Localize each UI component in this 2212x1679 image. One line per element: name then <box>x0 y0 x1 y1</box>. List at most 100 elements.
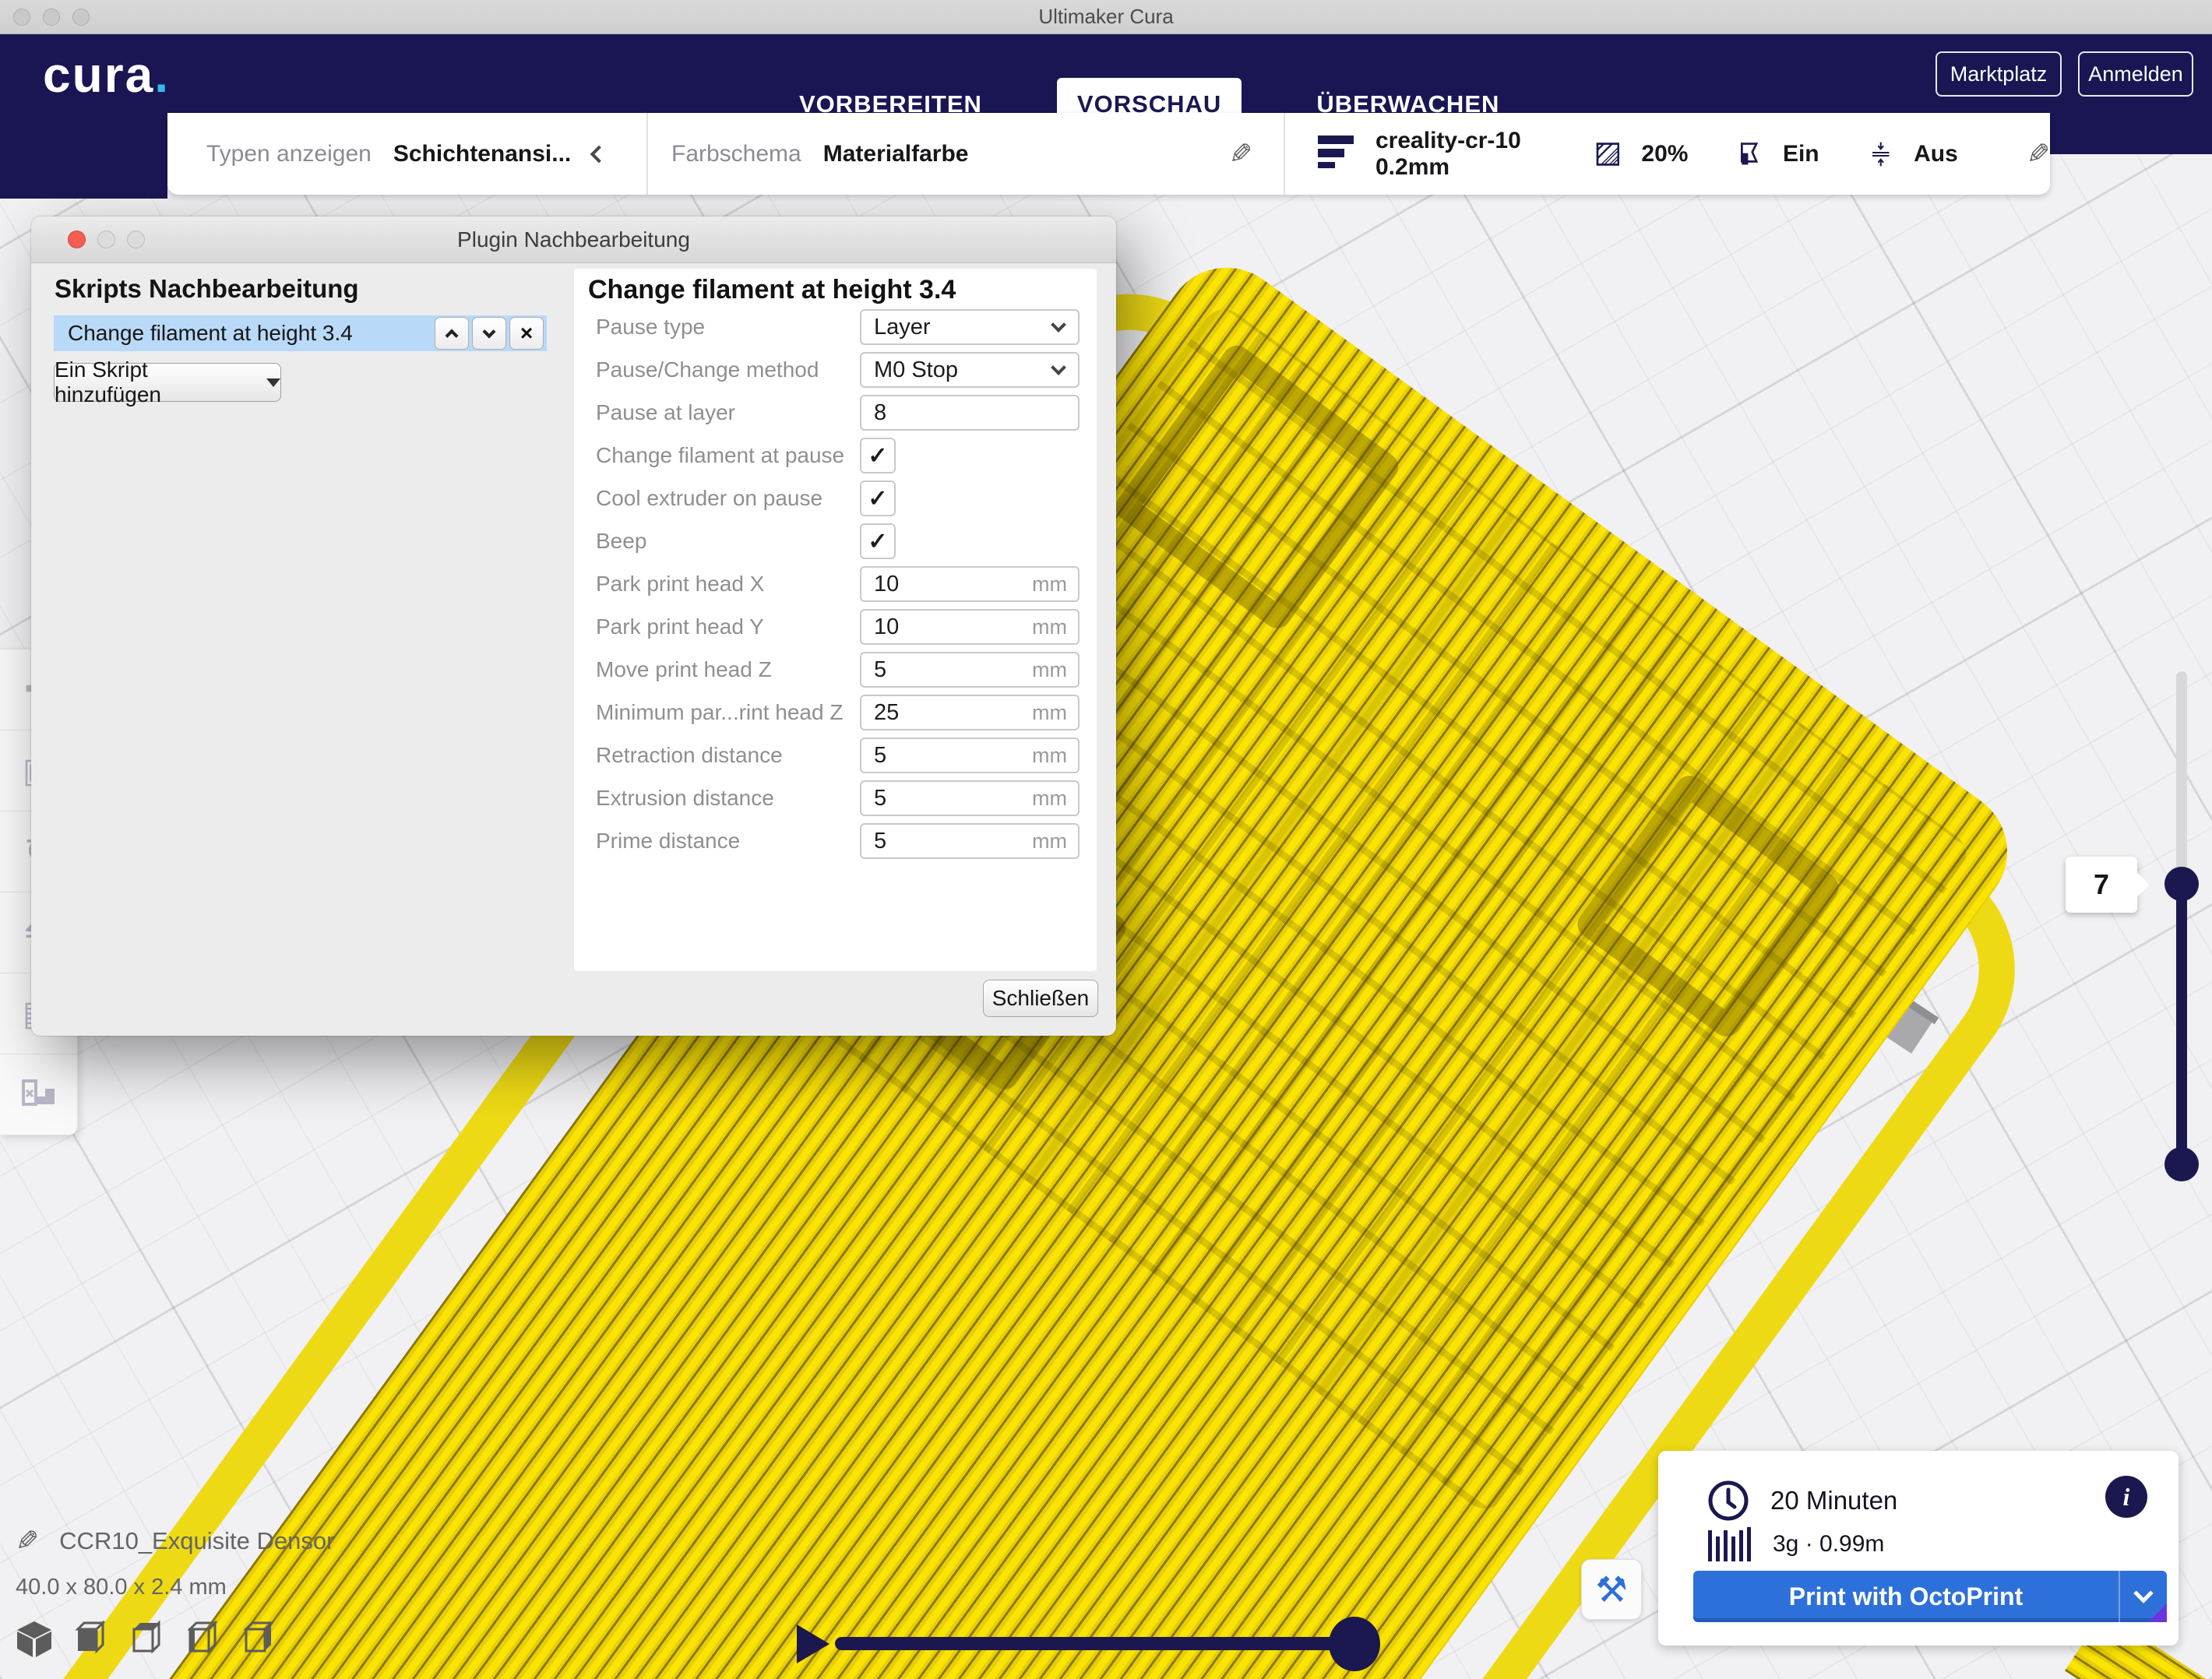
setting-row: Pause/Change method M0 Stop <box>574 352 1097 388</box>
octoprint-settings-button[interactable]: ⚒ <box>1581 1559 1642 1620</box>
print-settings-summary[interactable]: creality-cr-10 0.2mm 20% Ein Aus ✎ <box>1285 128 2050 181</box>
input-value: 5 <box>874 743 1032 769</box>
input-value: 25 <box>874 700 1032 726</box>
view-left-icon[interactable] <box>182 1618 223 1660</box>
window-zoom-button[interactable] <box>72 9 90 26</box>
print-with-octoprint-button[interactable]: Print with OctoPrint <box>1693 1571 2167 1622</box>
extrusion-distance-input[interactable]: 5 mm <box>860 780 1080 816</box>
view-3d-icon[interactable] <box>14 1618 55 1660</box>
dialog-titlebar[interactable]: Plugin Nachbearbeitung <box>31 216 1116 263</box>
setting-label: Pause/Change method <box>596 352 819 388</box>
color-scheme-label: Farbschema <box>671 141 801 167</box>
print-time-estimate: 20 Minuten <box>1770 1486 1897 1515</box>
color-scheme-selector[interactable]: Farbschema Materialfarbe ✎ <box>648 138 1284 171</box>
view-type-selector[interactable]: Typen anzeigen Schichtenansi... <box>167 141 646 167</box>
move-z-input[interactable]: 5 mm <box>860 652 1080 688</box>
park-x-input[interactable]: 10 mm <box>860 566 1080 602</box>
input-value: 10 <box>874 572 1032 597</box>
pause-type-select[interactable]: Layer <box>860 309 1080 345</box>
window-minimize-button[interactable] <box>43 9 60 26</box>
select-value: Layer <box>874 315 1053 340</box>
infill-value: 20% <box>1641 141 1688 167</box>
chevron-down-icon <box>1051 360 1066 375</box>
setting-label: Extrusion distance <box>596 780 774 816</box>
setting-row: Park print head Y 10 mm <box>574 609 1097 645</box>
view-type-value: Schichtenansi... <box>393 141 571 167</box>
layer-slider-lower-handle[interactable] <box>2164 1147 2199 1181</box>
cura-logo: cura. <box>43 46 170 104</box>
current-layer-value: 7 <box>2094 868 2109 901</box>
chevron-down-icon <box>483 325 496 338</box>
layer-slider-upper-handle[interactable] <box>2164 867 2199 901</box>
select-value: M0 Stop <box>874 357 1053 383</box>
remove-script-button[interactable]: × <box>509 317 544 350</box>
close-dialog-button[interactable]: Schließen <box>983 980 1098 1017</box>
input-value: 5 <box>874 829 1032 854</box>
input-value: 10 <box>874 614 1032 640</box>
input-value: 5 <box>874 786 1032 811</box>
script-settings-panel: Change filament at height 3.4 Pause type… <box>574 269 1097 971</box>
wrench-icon: ⚒ <box>1595 1568 1627 1610</box>
macos-titlebar[interactable]: Ultimaker Cura <box>0 0 2212 34</box>
minimum-park-z-input[interactable]: 25 mm <box>860 695 1080 730</box>
simulation-slider-track[interactable] <box>835 1637 1355 1650</box>
setting-label: Move print head Z <box>596 652 772 688</box>
change-filament-checkbox[interactable]: ✓ <box>860 438 896 473</box>
view-top-icon[interactable] <box>126 1618 167 1660</box>
window-close-button[interactable] <box>13 9 30 26</box>
scripts-heading: Skripts Nachbearbeitung <box>55 274 359 304</box>
simulation-slider-handle[interactable] <box>1329 1617 1380 1671</box>
view-right-icon[interactable] <box>238 1618 279 1660</box>
move-script-up-button[interactable] <box>435 317 469 350</box>
pause-method-select[interactable]: M0 Stop <box>860 352 1080 388</box>
setting-row: Pause type Layer <box>574 309 1097 345</box>
setting-label: Cool extruder on pause <box>596 480 822 516</box>
signin-button[interactable]: Anmelden <box>2078 51 2193 97</box>
dialog-close-traffic-light[interactable] <box>68 231 86 248</box>
marketplace-button[interactable]: Marktplatz <box>1936 51 2062 97</box>
pause-at-layer-input[interactable]: 8 <box>860 395 1080 431</box>
setting-label: Park print head X <box>596 566 764 602</box>
info-icon[interactable]: i <box>2105 1476 2147 1518</box>
script-name: Change filament at height 3.4 <box>68 321 435 346</box>
rename-model-icon[interactable]: ✎ <box>16 1525 39 1558</box>
chevron-down-icon <box>2133 1583 2153 1603</box>
edit-print-settings-icon[interactable]: ✎ <box>2027 138 2050 171</box>
color-scheme-value: Materialfarbe <box>823 141 969 167</box>
beep-checkbox[interactable]: ✓ <box>860 523 896 559</box>
marketplace-label: Marktplatz <box>1950 62 2048 86</box>
unit-label: mm <box>1032 658 1067 682</box>
cool-extruder-checkbox[interactable]: ✓ <box>860 480 896 516</box>
retraction-distance-input[interactable]: 5 mm <box>860 737 1080 773</box>
script-list-item-selected[interactable]: Change filament at height 3.4 × <box>54 315 547 351</box>
play-button[interactable] <box>797 1624 830 1663</box>
add-script-button[interactable]: Ein Skript hinzufügen <box>54 363 281 402</box>
prime-distance-input[interactable]: 5 mm <box>860 823 1080 859</box>
model-info: ✎ CCR10_Exquisite Densor 40.0 x 80.0 x 2… <box>16 1525 334 1600</box>
setting-label: Prime distance <box>596 823 740 859</box>
unit-label: mm <box>1032 744 1067 768</box>
input-value: 5 <box>874 657 1032 683</box>
setting-row: Extrusion distance 5 mm <box>574 780 1097 816</box>
move-script-down-button[interactable] <box>472 317 506 350</box>
print-summary-panel: 20 Minuten 3g · 0.99m i Print with OctoP… <box>1658 1451 2179 1646</box>
preview-toolbar: Typen anzeigen Schichtenansi... Farbsche… <box>167 113 2050 195</box>
setting-label: Retraction distance <box>596 737 783 773</box>
chevron-left-icon[interactable] <box>590 145 608 163</box>
application-window: ✚ ▣ ↻ ⇋ ▤ 7 ⚒ ✎ CCR10_Exquisite Densor 4… <box>0 0 2212 1679</box>
dialog-maximize-traffic-light[interactable] <box>127 231 145 248</box>
setting-row: Beep ✓ <box>574 523 1097 559</box>
view-front-icon[interactable] <box>70 1618 111 1660</box>
dialog-minimize-traffic-light[interactable] <box>97 231 115 248</box>
unit-label: mm <box>1032 829 1067 854</box>
setting-row: Change filament at pause ✓ <box>574 438 1097 473</box>
stairs-icon <box>19 1075 59 1115</box>
layer-slider-range[interactable] <box>2176 884 2187 1164</box>
support-blocker-icon[interactable] <box>0 1054 77 1135</box>
edit-pencil-icon[interactable]: ✎ <box>1229 138 1252 171</box>
material-usage-estimate: 3g · 0.99m <box>1773 1531 1884 1558</box>
material-usage-icon <box>1708 1527 1751 1561</box>
park-y-input[interactable]: 10 mm <box>860 609 1080 645</box>
dialog-title: Plugin Nachbearbeitung <box>457 227 690 252</box>
print-options-dropdown[interactable] <box>2119 1571 2167 1622</box>
